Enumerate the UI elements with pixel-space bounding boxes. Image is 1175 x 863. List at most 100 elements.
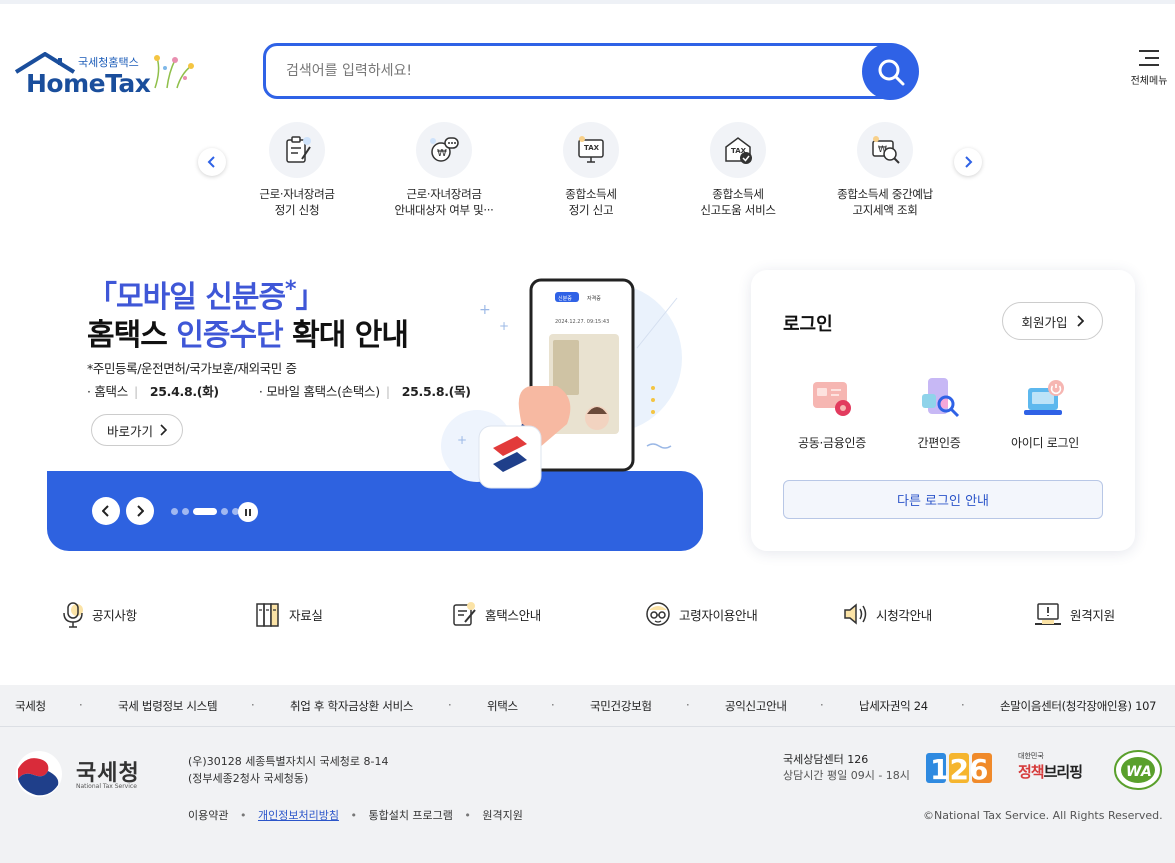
hometax-logo[interactable]: 국세청홈택스 HomeTax	[14, 52, 199, 98]
banner-go-button[interactable]: 바로가기	[91, 414, 183, 446]
footer-link[interactable]: 위택스	[487, 698, 518, 714]
svg-text:TAX: TAX	[584, 144, 600, 152]
address-line1: (우)30128 세종특별자치시 국세청로 8-14	[188, 755, 389, 768]
phone-time: 2024.12.27. 09:15:43	[555, 319, 609, 325]
nts-emblem-icon	[16, 751, 62, 797]
footer-link[interactable]: 손말이음센터(청각장애인용) 107	[1000, 698, 1156, 714]
policy-briefing-logo[interactable]: 대한민국 정책브리핑	[1018, 751, 1096, 782]
quick-item[interactable]: TAX 종합소득세 신고도움 서비스	[663, 122, 813, 218]
privacy-link[interactable]: 개인정보처리방침	[258, 809, 339, 822]
shortcut-label: 홈택스안내	[485, 607, 542, 623]
chevron-right-icon	[965, 156, 973, 168]
footer-bottom-links: 이용약관 • 개인정보처리방침 • 통합설치 프로그램 • 원격지원	[188, 809, 523, 822]
phone-tab-1: 신분증	[558, 295, 572, 302]
login-option-label: 공동·금융인증	[798, 436, 866, 450]
banner-pause-button[interactable]	[238, 502, 258, 522]
footer-link[interactable]: 국세청	[15, 698, 46, 714]
quick-item-line1: 근로·자녀장려금	[259, 187, 335, 201]
document-pen-icon	[269, 122, 325, 178]
login-option-label: 아이디 로그인	[1011, 436, 1079, 450]
mobile-id-illustration: + + + 신분증 자격증 2024.12.27. 09:15:43	[441, 278, 682, 489]
tax-monitor-icon: TAX	[563, 122, 619, 178]
pagination-dot[interactable]	[193, 508, 217, 515]
top-strip	[0, 0, 1175, 4]
banner-subtitle: *주민등록/운전면허/국가보훈/재외국민 증	[87, 361, 297, 376]
svg-text:+: +	[499, 319, 509, 333]
shortcut-label: 공지사항	[92, 607, 137, 623]
pagination-dot[interactable]	[221, 508, 228, 515]
shortcut-remote[interactable]: 원격지원	[1034, 600, 1115, 628]
banner-next-button[interactable]	[126, 497, 154, 525]
quick-item[interactable]: 근로·자녀장려금정기 신청	[222, 122, 372, 218]
login-panel: 로그인 회원가입 공동·금융인증 간편인증 아이디 로그인 다른 로그인 안내	[751, 270, 1135, 551]
quick-next-button[interactable]	[954, 148, 982, 176]
search-input[interactable]	[286, 46, 846, 96]
shortcut-guide[interactable]: 홈택스안내	[451, 600, 541, 628]
policy-big-text-b: 브리핑	[1043, 763, 1083, 781]
footer-link[interactable]: 국민건강보험	[590, 698, 652, 714]
all-menu-button[interactable]: 전체메뉴	[1125, 50, 1173, 87]
won-search-icon: ₩	[857, 122, 913, 178]
won-chat-icon: ₩	[416, 122, 472, 178]
phone-tab-2: 자격증	[587, 295, 601, 302]
quick-item-line1: 근로·자녀장려금	[406, 187, 482, 201]
flower-deco-icon	[154, 55, 194, 89]
guide-edit-icon	[453, 602, 476, 626]
footer-link[interactable]: 취업 후 학자금상환 서비스	[290, 698, 413, 714]
join-button[interactable]: 회원가입	[1002, 302, 1103, 340]
svg-text:₩: ₩	[437, 148, 447, 159]
id-login-icon	[1015, 374, 1075, 424]
join-label: 회원가입	[1021, 314, 1068, 330]
banner-title2-a: 홈택스	[87, 318, 177, 353]
certificate-card-icon	[802, 374, 862, 424]
shortcut-label: 자료실	[289, 607, 323, 623]
search-icon	[878, 59, 904, 85]
shortcut-label: 원격지원	[1070, 607, 1115, 623]
quick-item[interactable]: TAX 종합소득세 정기 신고	[516, 122, 666, 218]
search-box[interactable]	[263, 43, 903, 99]
other-login-button[interactable]: 다른 로그인 안내	[783, 480, 1103, 519]
call-center: 국세상담센터 126 상담시간 평일 09시 - 18시	[783, 752, 910, 784]
pause-icon	[245, 508, 247, 516]
pagination-dot[interactable]	[182, 508, 189, 515]
date2-label: · 모바일 홈택스(손택스)	[258, 384, 380, 399]
library-icon	[256, 603, 279, 627]
login-option-certificate[interactable]: 공동·금융인증	[782, 374, 882, 451]
quick-item-line2: 정기 신청	[274, 203, 320, 217]
shortcut-notice[interactable]: 공지사항	[62, 600, 137, 628]
quick-item-line2: 안내대상자 여부 및···	[394, 203, 494, 217]
banner-title2-highlight: 인증수단	[176, 318, 283, 353]
footer-link[interactable]: 공익신고안내	[725, 698, 787, 714]
login-option-simple[interactable]: 간편인증	[889, 374, 989, 451]
banner-go-label: 바로가기	[106, 423, 153, 439]
shortcut-audiovisual[interactable]: 시청각안내	[842, 600, 932, 628]
logo-main-text: HomeTax	[26, 69, 151, 98]
footer-link[interactable]: 납세자권익 24	[859, 698, 928, 714]
login-option-id[interactable]: 아이디 로그인	[995, 374, 1095, 451]
shortcut-senior[interactable]: 고령자이용안내	[645, 600, 758, 628]
wa-certification-icon[interactable]: WA	[1113, 749, 1163, 791]
logo-brand-text: 국세청홈택스	[78, 56, 139, 69]
badge-126-icon[interactable]: 126	[926, 751, 994, 785]
banner-prev-button[interactable]	[92, 497, 120, 525]
chevron-right-icon	[137, 505, 144, 517]
quick-item-line2: 고지세액 조회	[852, 203, 918, 217]
shortcut-library[interactable]: 자료실	[255, 600, 323, 628]
org-eng-name: National Tax Service	[76, 783, 137, 790]
install-program-link[interactable]: 통합설치 프로그램	[368, 809, 452, 822]
header: 국세청홈택스 HomeTax 전체메뉴	[0, 40, 1175, 110]
search-button[interactable]	[862, 43, 919, 100]
quick-item-line1: 종합소득세	[565, 187, 617, 201]
footer: 국세청 · 국세 법령정보 시스템 · 취업 후 학자금상환 서비스 · 위택스…	[0, 685, 1175, 863]
tax-check-icon: TAX	[710, 122, 766, 178]
speaker-icon	[844, 603, 867, 625]
pagination-dot[interactable]	[171, 508, 178, 515]
terms-link[interactable]: 이용약관	[188, 809, 228, 822]
shortcut-label: 고령자이용안내	[679, 607, 758, 623]
senior-glasses-icon	[646, 602, 670, 626]
footer-link[interactable]: 국세 법령정보 시스템	[118, 698, 218, 714]
quick-item[interactable]: ₩ 종합소득세 중간예납 고지세액 조회	[810, 122, 960, 218]
address-line2: (정부세종2청사 국세청동)	[188, 772, 309, 785]
quick-item[interactable]: ₩ 근로·자녀장려금안내대상자 여부 및···	[369, 122, 519, 218]
remote-support-link[interactable]: 원격지원	[482, 809, 522, 822]
